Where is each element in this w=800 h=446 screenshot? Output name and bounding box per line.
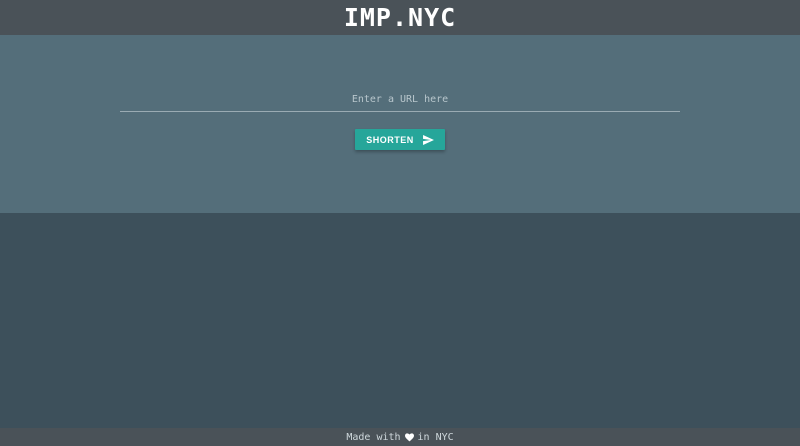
site-logo[interactable]: IMP.NYC xyxy=(344,0,456,35)
url-input[interactable] xyxy=(120,88,680,112)
hero-section: SHORTEN xyxy=(0,35,800,213)
footer: Made with in NYC xyxy=(0,428,800,446)
top-header: IMP.NYC xyxy=(0,0,800,35)
shorten-button[interactable]: SHORTEN xyxy=(355,129,445,150)
footer-suffix: in NYC xyxy=(417,431,454,443)
send-icon xyxy=(422,134,434,145)
shorten-button-label: SHORTEN xyxy=(366,134,414,145)
footer-prefix: Made with xyxy=(346,431,401,443)
heart-icon xyxy=(404,432,414,442)
